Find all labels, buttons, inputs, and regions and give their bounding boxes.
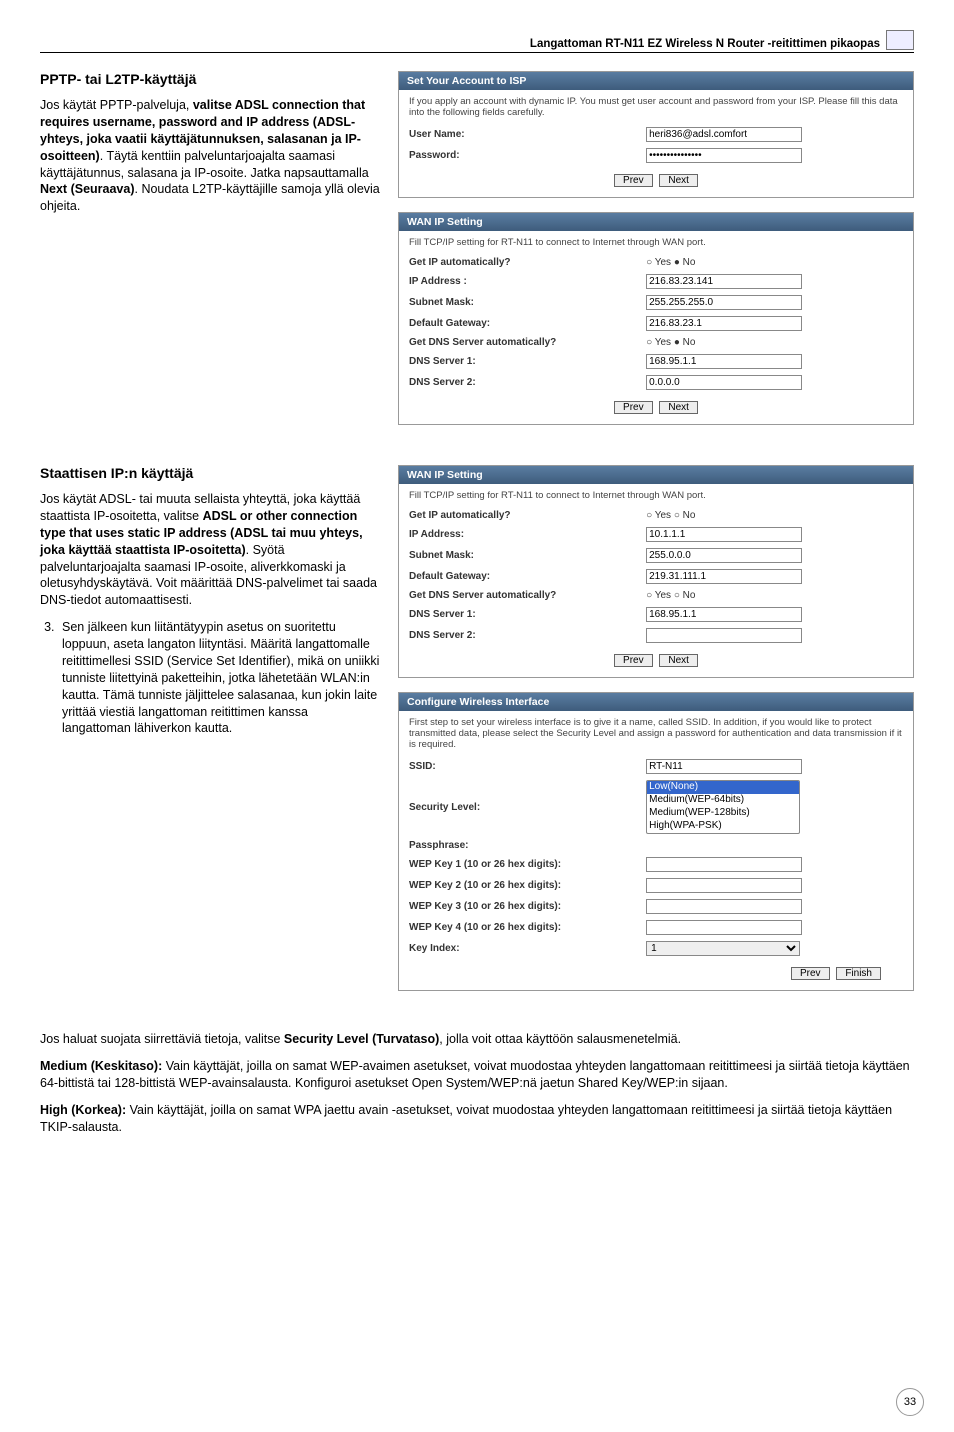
- wan2-mask-lbl: Subnet Mask:: [409, 550, 646, 561]
- page-header: Langattoman RT-N11 EZ Wireless N Router …: [40, 30, 914, 53]
- wan2-autodns-radio[interactable]: ○ Yes ○ No: [646, 590, 903, 601]
- wan2-autoip-lbl: Get IP automatically?: [409, 510, 646, 521]
- wifi-sec-lbl: Security Level:: [409, 802, 646, 813]
- wifi-ssid-lbl: SSID:: [409, 761, 646, 772]
- wan2-autoip-radio[interactable]: ○ Yes ○ No: [646, 510, 903, 521]
- isp-user-label: User Name:: [409, 129, 646, 140]
- wifi-finish-button[interactable]: Finish: [836, 967, 881, 980]
- wan2-title: WAN IP Setting: [399, 466, 913, 484]
- wifi-sec-opt-med128[interactable]: Medium(WEP-128bits): [647, 807, 799, 820]
- wifi-k1-input[interactable]: [646, 857, 802, 872]
- wan1-dns2-lbl: DNS Server 2:: [409, 377, 646, 388]
- wan1-next-button[interactable]: Next: [659, 401, 698, 414]
- wan1-title: WAN IP Setting: [399, 213, 913, 231]
- wan1-ip-lbl: IP Address :: [409, 276, 646, 287]
- wifi-ki-select[interactable]: 1: [646, 941, 800, 956]
- pptp-heading: PPTP- tai L2TP-käyttäjä: [40, 71, 380, 87]
- wan1-ip-input[interactable]: [646, 274, 802, 289]
- wifi-ki-lbl: Key Index:: [409, 943, 646, 954]
- bottom-p1: Jos haluat suojata siirrettäviä tietoja,…: [40, 1031, 914, 1048]
- wan1-prev-button[interactable]: Prev: [614, 401, 653, 414]
- wan2-prev-button[interactable]: Prev: [614, 654, 653, 667]
- wifi-k1-lbl: WEP Key 1 (10 or 26 hex digits):: [409, 859, 646, 870]
- wan1-dns1-lbl: DNS Server 1:: [409, 356, 646, 367]
- wan1-gw-lbl: Default Gateway:: [409, 318, 646, 329]
- wan1-gw-input[interactable]: [646, 316, 802, 331]
- isp-pass-input[interactable]: [646, 148, 802, 163]
- wan2-autodns-lbl: Get DNS Server automatically?: [409, 590, 646, 601]
- wan2-next-button[interactable]: Next: [659, 654, 698, 667]
- wan1-panel: WAN IP Setting Fill TCP/IP setting for R…: [398, 212, 914, 425]
- wifi-sec-opt-med64[interactable]: Medium(WEP-64bits): [647, 794, 799, 807]
- wan1-autoip-radio[interactable]: ○ Yes ● No: [646, 257, 903, 268]
- static-para: Jos käytät ADSL- tai muuta sellaista yht…: [40, 491, 380, 609]
- wan2-desc: Fill TCP/IP setting for RT-N11 to connec…: [409, 490, 903, 501]
- bottom-p3: High (Korkea): Vain käyttäjät, joilla on…: [40, 1102, 914, 1136]
- wifi-title: Configure Wireless Interface: [399, 693, 913, 711]
- pptp-para: Jos käytät PPTP-palveluja, valitse ADSL …: [40, 97, 380, 215]
- page-number: 33: [896, 1388, 924, 1416]
- wan2-mask-input[interactable]: [646, 548, 802, 563]
- wan1-autodns-lbl: Get DNS Server automatically?: [409, 337, 646, 348]
- wan2-ip-lbl: IP Address:: [409, 529, 646, 540]
- wan2-dns1-input[interactable]: [646, 607, 802, 622]
- wifi-desc: First step to set your wireless interfac…: [409, 717, 903, 750]
- wan2-gw-input[interactable]: [646, 569, 802, 584]
- wan1-desc: Fill TCP/IP setting for RT-N11 to connec…: [409, 237, 903, 248]
- isp-panel-desc: If you apply an account with dynamic IP.…: [409, 96, 903, 118]
- isp-user-input[interactable]: [646, 127, 802, 142]
- router-icon: [886, 30, 914, 50]
- wifi-sec-opt-low[interactable]: Low(None): [647, 781, 799, 794]
- wan1-autodns-radio[interactable]: ○ Yes ● No: [646, 337, 903, 348]
- wan2-gw-lbl: Default Gateway:: [409, 571, 646, 582]
- isp-pass-label: Password:: [409, 150, 646, 161]
- wifi-sec-select[interactable]: Low(None) Medium(WEP-64bits) Medium(WEP-…: [646, 780, 800, 834]
- wifi-ssid-input[interactable]: [646, 759, 802, 774]
- wan2-ip-input[interactable]: [646, 527, 802, 542]
- isp-next-button[interactable]: Next: [659, 174, 698, 187]
- wan1-dns1-input[interactable]: [646, 354, 802, 369]
- wan1-mask-input[interactable]: [646, 295, 802, 310]
- wifi-panel: Configure Wireless Interface First step …: [398, 692, 914, 991]
- static-heading: Staattisen IP:n käyttäjä: [40, 465, 380, 481]
- wan1-mask-lbl: Subnet Mask:: [409, 297, 646, 308]
- wifi-k4-input[interactable]: [646, 920, 802, 935]
- wifi-sec-opt-high[interactable]: High(WPA-PSK): [647, 820, 799, 833]
- wifi-k2-input[interactable]: [646, 878, 802, 893]
- guide-title: Langattoman RT-N11 EZ Wireless N Router …: [530, 38, 880, 50]
- wan2-dns1-lbl: DNS Server 1:: [409, 609, 646, 620]
- wan1-autoip-lbl: Get IP automatically?: [409, 257, 646, 268]
- step-3: Sen jälkeen kun liitäntätyypin asetus on…: [58, 619, 380, 737]
- wan1-dns2-input[interactable]: [646, 375, 802, 390]
- wifi-k3-lbl: WEP Key 3 (10 or 26 hex digits):: [409, 901, 646, 912]
- isp-panel-title: Set Your Account to ISP: [399, 72, 913, 90]
- isp-prev-button[interactable]: Prev: [614, 174, 653, 187]
- wan2-panel: WAN IP Setting Fill TCP/IP setting for R…: [398, 465, 914, 678]
- wan2-dns2-input[interactable]: [646, 628, 802, 643]
- wifi-k3-input[interactable]: [646, 899, 802, 914]
- wifi-prev-button[interactable]: Prev: [791, 967, 830, 980]
- wifi-k2-lbl: WEP Key 2 (10 or 26 hex digits):: [409, 880, 646, 891]
- wifi-pass-lbl: Passphrase:: [409, 840, 646, 851]
- isp-panel: Set Your Account to ISP If you apply an …: [398, 71, 914, 198]
- wifi-k4-lbl: WEP Key 4 (10 or 26 hex digits):: [409, 922, 646, 933]
- wan2-dns2-lbl: DNS Server 2:: [409, 630, 646, 641]
- bottom-p2: Medium (Keskitaso): Vain käyttäjät, joil…: [40, 1058, 914, 1092]
